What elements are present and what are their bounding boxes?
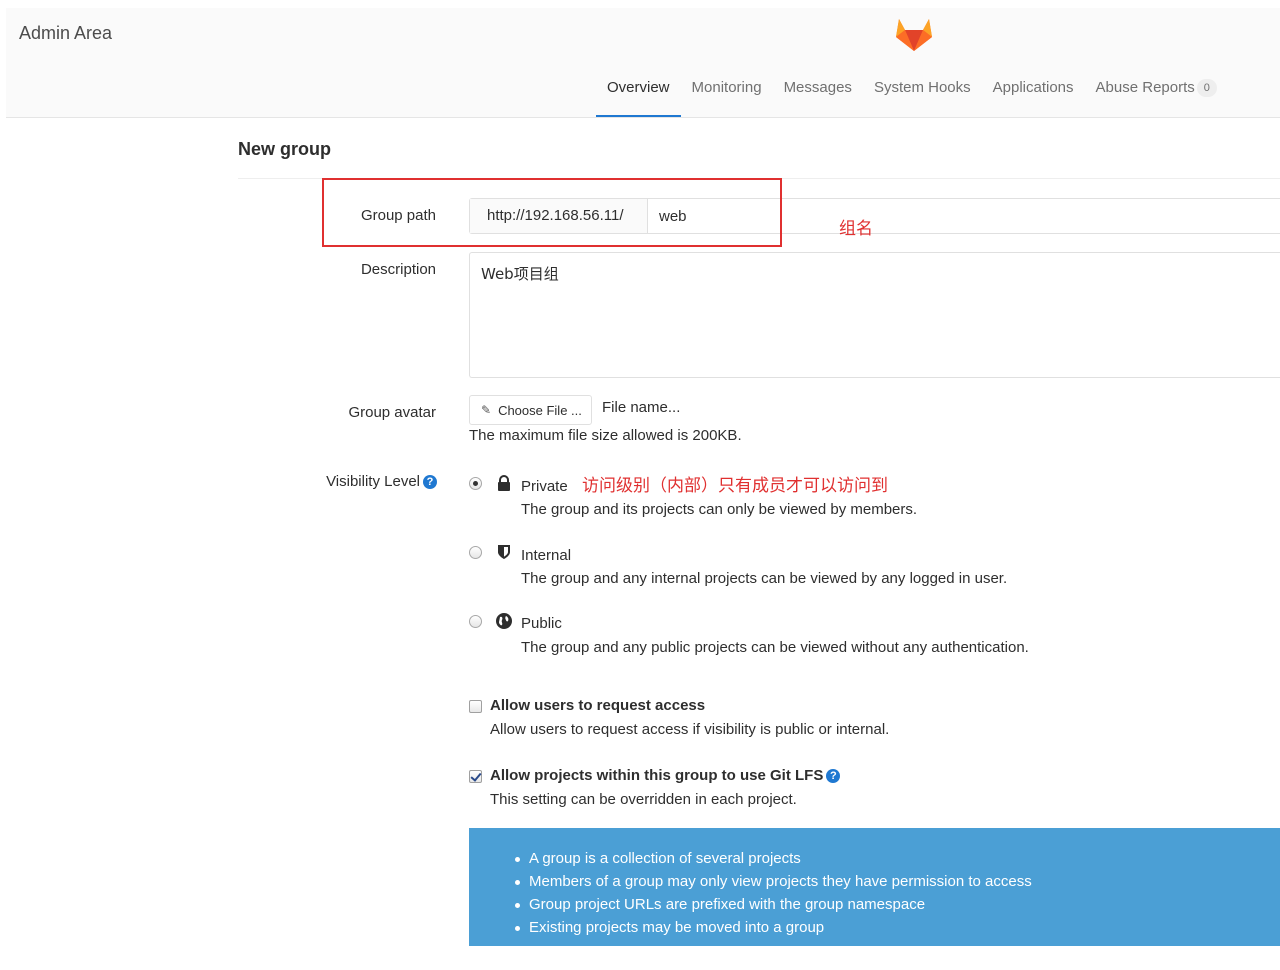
- list-item: Members of a group may only view project…: [515, 870, 1280, 893]
- description-textarea[interactable]: Web项目组: [469, 252, 1280, 378]
- group-avatar-label: Group avatar: [348, 404, 436, 421]
- page-title: New group: [238, 139, 331, 159]
- tab-system-hooks[interactable]: System Hooks: [863, 68, 982, 117]
- visibility-private-title: Private: [521, 478, 568, 495]
- visibility-public-title: Public: [521, 615, 562, 632]
- tab-applications[interactable]: Applications: [982, 68, 1085, 117]
- visibility-internal-radio[interactable]: [469, 546, 482, 559]
- visibility-level-label: Visibility Level?: [300, 473, 437, 490]
- choose-file-button[interactable]: ✎ Choose File ...: [469, 395, 592, 425]
- group-info-panel: A group is a collection of several proje…: [469, 828, 1280, 946]
- tab-monitoring[interactable]: Monitoring: [681, 68, 773, 117]
- request-access-description: Allow users to request access if visibil…: [490, 721, 890, 738]
- question-circle-icon[interactable]: ?: [423, 475, 437, 489]
- shield-icon: [498, 545, 510, 559]
- tab-label: Abuse Reports: [1095, 79, 1195, 96]
- tab-label: System Hooks: [873, 79, 971, 96]
- visibility-internal-title: Internal: [521, 547, 572, 564]
- list-item: Group project URLs are prefixed with the…: [515, 893, 1280, 916]
- git-lfs-title[interactable]: Allow projects within this group to use …: [490, 767, 841, 784]
- git-lfs-description: This setting can be overridden in each p…: [490, 791, 797, 808]
- question-circle-icon[interactable]: ?: [826, 769, 841, 783]
- tab-messages[interactable]: Messages: [773, 68, 863, 117]
- globe-icon: [496, 613, 512, 629]
- tab-abuse-reports[interactable]: Abuse Reports 0: [1085, 68, 1228, 117]
- visibility-public-radio[interactable]: [469, 615, 482, 628]
- admin-header: Admin Area Overview Monitoring Messages …: [6, 8, 1280, 118]
- lock-icon: [498, 475, 510, 491]
- request-access-checkbox[interactable]: [469, 700, 482, 713]
- visibility-level-text: Visibility Level: [326, 473, 420, 490]
- tab-label: Monitoring: [691, 79, 762, 96]
- group-info-list: A group is a collection of several proje…: [469, 828, 1280, 939]
- gitlab-tanuki-icon[interactable]: [893, 13, 935, 55]
- abuse-reports-count-badge: 0: [1196, 79, 1217, 97]
- git-lfs-title-text: Allow projects within this group to use …: [490, 767, 824, 784]
- visibility-private-radio[interactable]: [469, 477, 482, 490]
- visibility-annotation: 访问级别（内部）只有成员才可以访问到: [582, 476, 888, 496]
- description-label: Description: [360, 261, 436, 278]
- group-name-annotation: 组名: [839, 219, 873, 239]
- admin-nav-tabs: Overview Monitoring Messages System Hook…: [596, 68, 1228, 118]
- admin-area-title[interactable]: Admin Area: [19, 23, 112, 44]
- tab-label: Applications: [992, 79, 1074, 96]
- git-lfs-checkbox[interactable]: [469, 770, 482, 783]
- choose-file-label: Choose File ...: [498, 402, 582, 418]
- paperclip-icon: ✎: [481, 403, 492, 417]
- tab-label: Overview: [607, 79, 670, 96]
- tab-overview[interactable]: Overview: [596, 68, 681, 117]
- list-item: A group is a collection of several proje…: [515, 847, 1280, 870]
- list-item: Existing projects may be moved into a gr…: [515, 916, 1280, 939]
- visibility-public-description: The group and any public projects can be…: [521, 639, 1029, 656]
- annotation-highlight-box: [322, 178, 782, 247]
- request-access-title[interactable]: Allow users to request access: [490, 697, 705, 714]
- file-name-text: File name...: [602, 399, 681, 416]
- visibility-private-description: The group and its projects can only be v…: [521, 501, 918, 518]
- visibility-internal-description: The group and any internal projects can …: [521, 570, 1008, 587]
- file-size-help: The maximum file size allowed is 200KB.: [469, 427, 742, 444]
- tab-label: Messages: [783, 79, 852, 96]
